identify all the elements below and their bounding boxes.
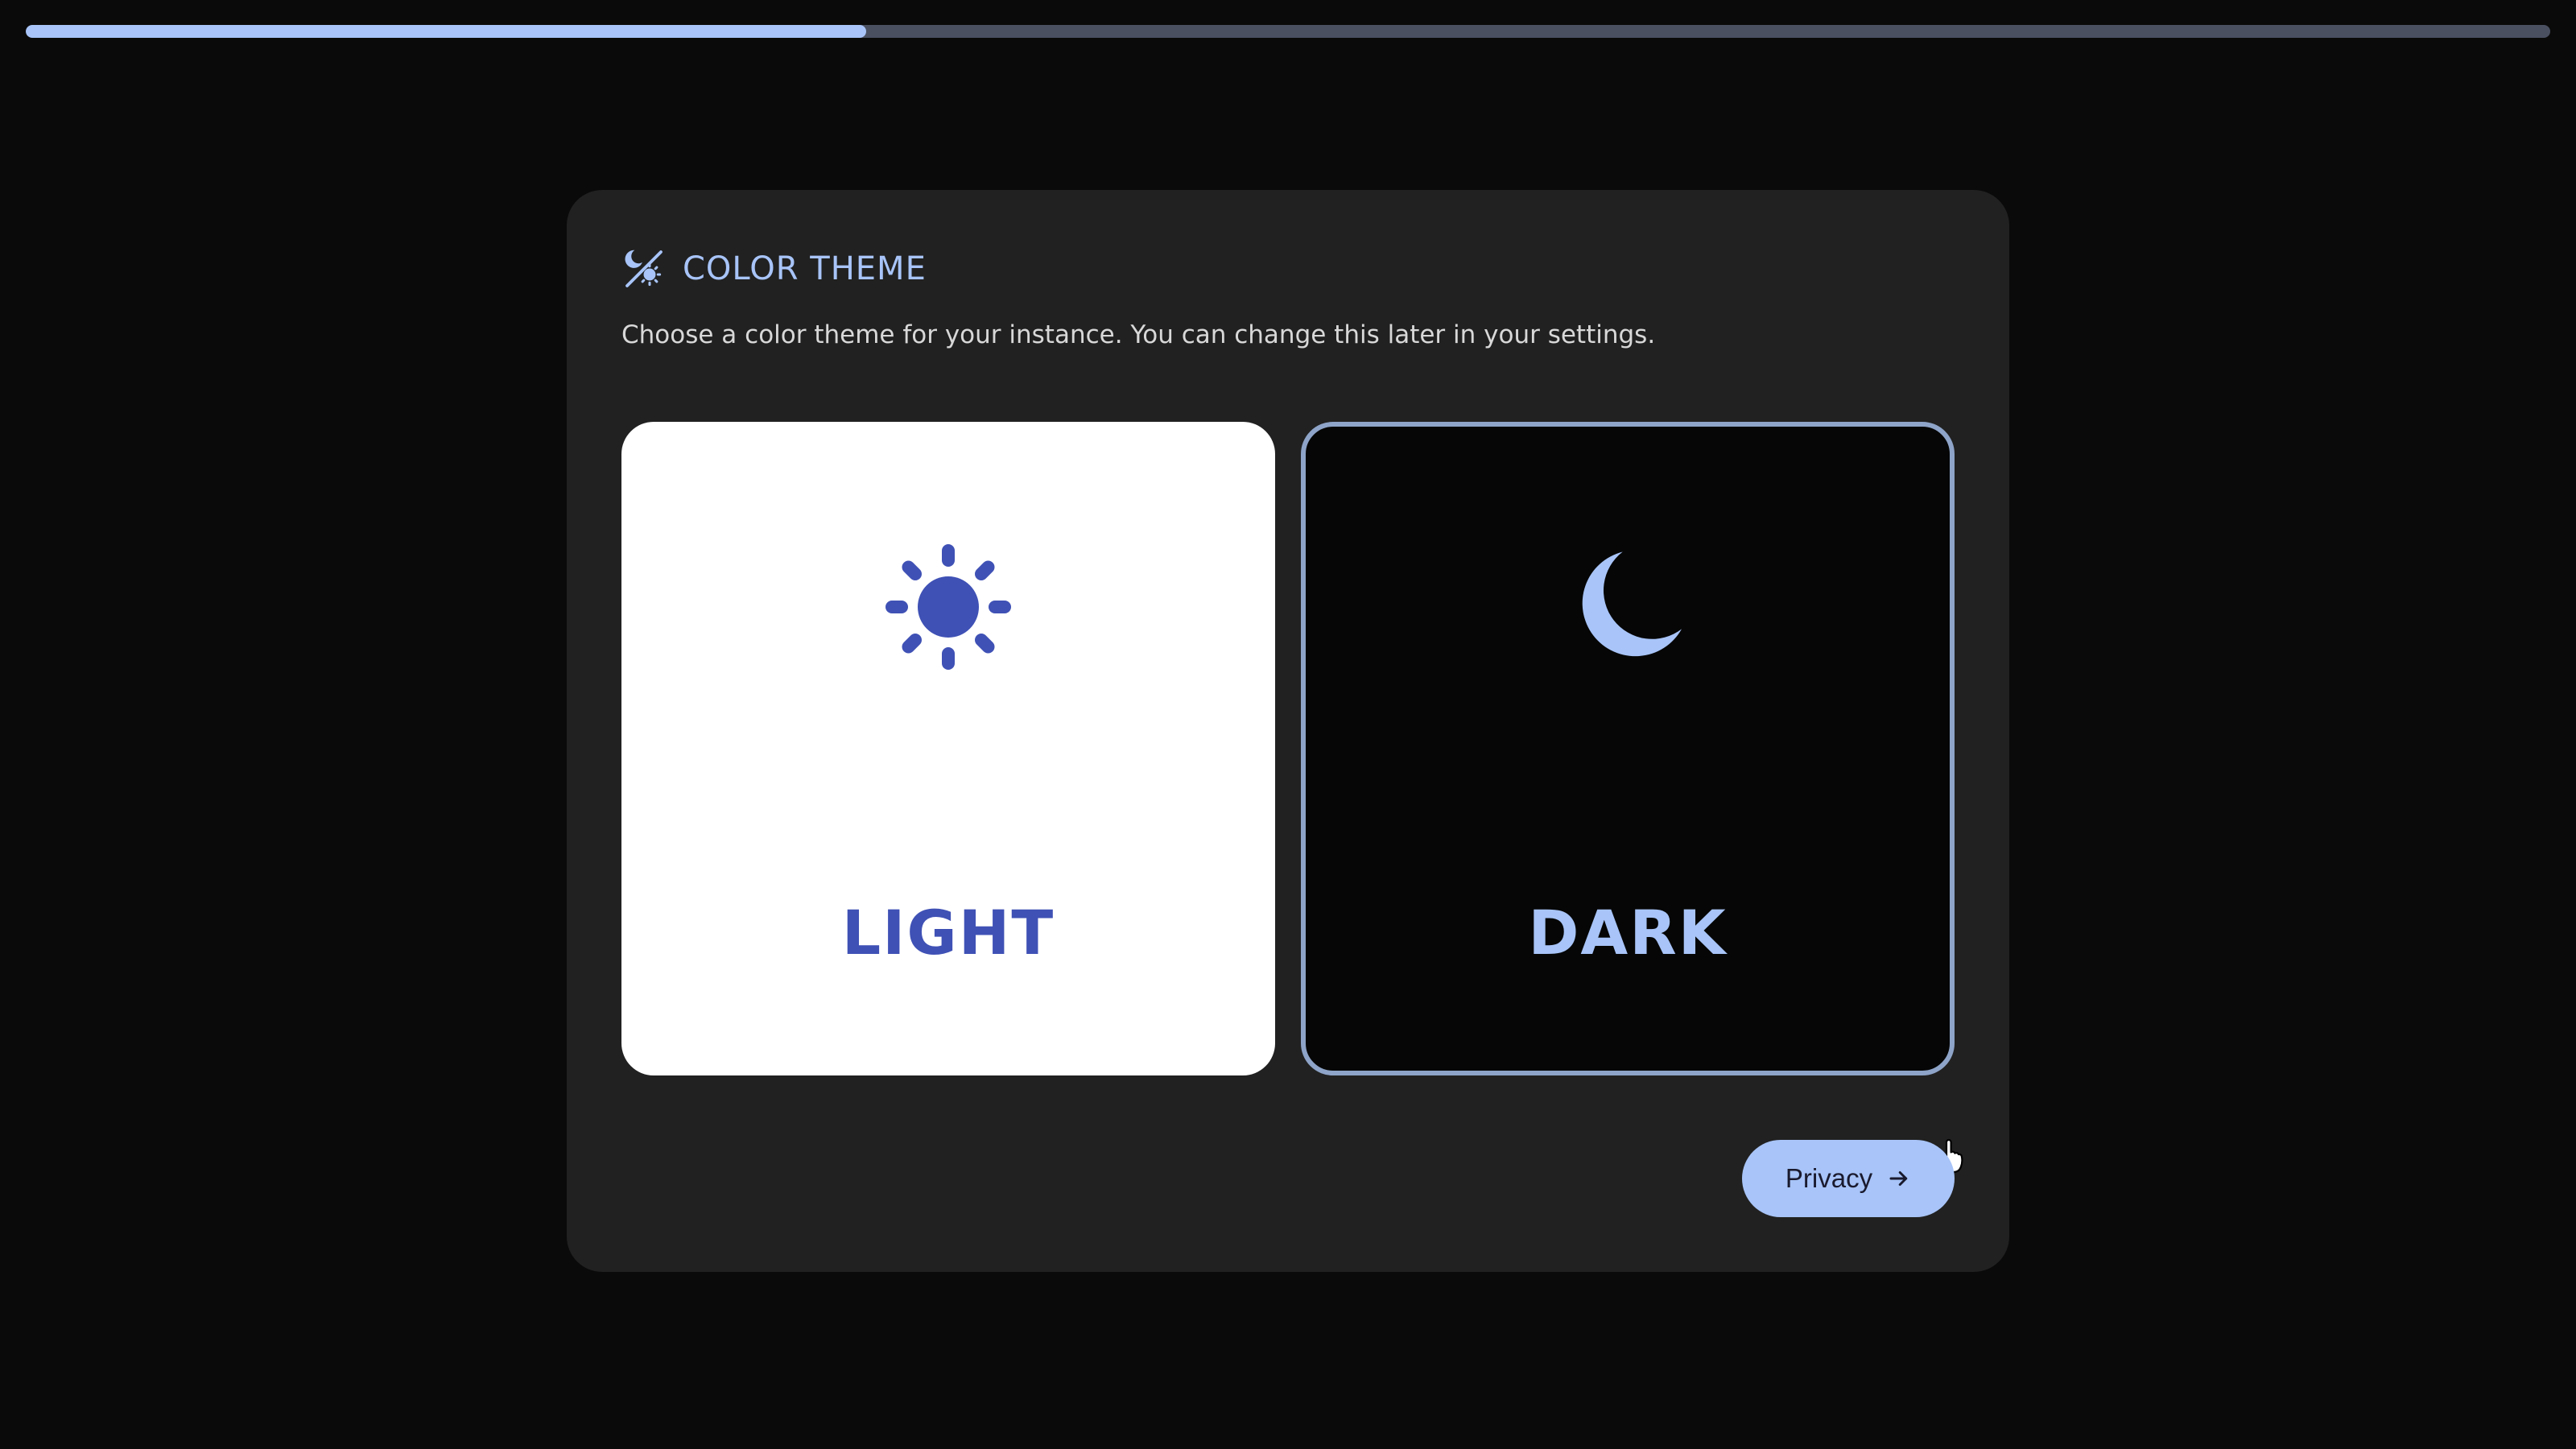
setup-progress-fill: [26, 25, 867, 38]
theme-label-dark: DARK: [1528, 897, 1728, 968]
page-description: Choose a color theme for your instance. …: [621, 320, 1656, 349]
next-button-label: Privacy: [1785, 1163, 1873, 1193]
setup-progress-bar: [26, 25, 2550, 38]
page-title: COLOR THEME: [683, 250, 927, 287]
theme-option-dark[interactable]: DARK: [1301, 422, 1955, 1075]
arrow-right-icon: [1889, 1171, 1908, 1186]
moon-icon: [1582, 551, 1682, 657]
next-privacy-button[interactable]: Privacy: [1742, 1140, 1955, 1217]
sun-icon: [886, 544, 1011, 670]
theme-label-light: LIGHT: [841, 897, 1055, 968]
color-theme-card: COLOR THEME Choose a color theme for you…: [567, 190, 2009, 1272]
card-header: COLOR THEME: [621, 246, 927, 291]
theme-palette-icon: [625, 250, 663, 287]
theme-option-light[interactable]: LIGHT: [621, 422, 1275, 1075]
